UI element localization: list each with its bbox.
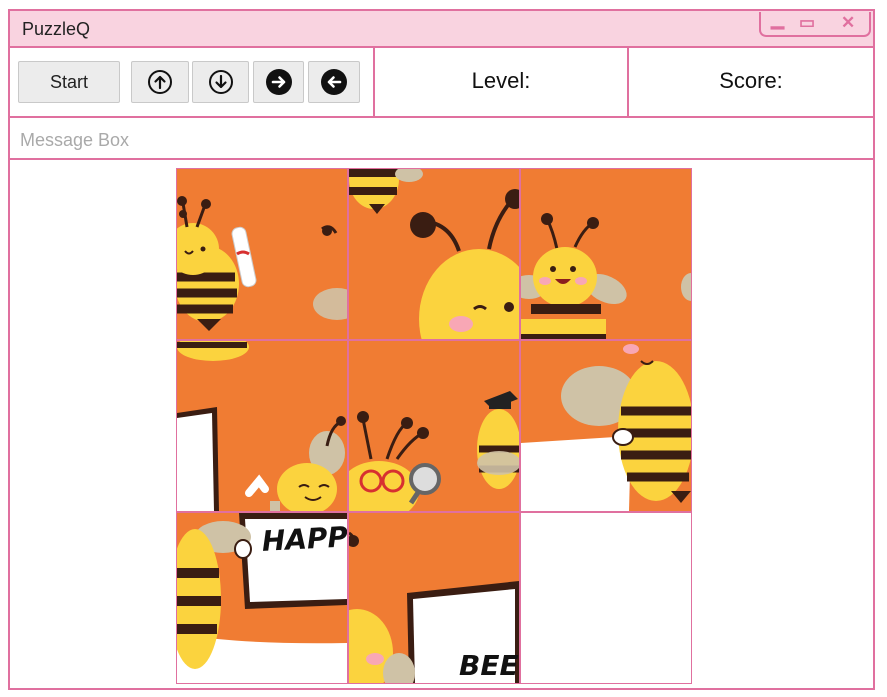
window-controls: ▁ ▭ ✕ (759, 9, 871, 37)
move-right-button[interactable] (253, 61, 304, 103)
close-icon[interactable]: ✕ (841, 12, 855, 34)
arrow-up-icon (148, 70, 172, 94)
sign-happ-image: HAPP (177, 513, 347, 683)
arrow-right-icon (265, 69, 292, 95)
sign-happ-text: HAPP (261, 520, 347, 557)
score-label: Score: (719, 68, 783, 93)
title-bar: PuzzleQ ▁ ▭ ✕ (10, 9, 873, 48)
puzzle-tile[interactable] (520, 168, 692, 340)
minimize-icon[interactable]: ▁ (771, 9, 784, 31)
toolbar: Start Level: Score: (10, 48, 873, 118)
bee-smiling-image (521, 169, 691, 339)
start-button[interactable]: Start (18, 61, 120, 103)
sign-bee-text: BEE (459, 649, 519, 682)
puzzle-tile[interactable]: BEE (348, 512, 520, 684)
maximize-icon[interactable]: ▭ (799, 12, 815, 34)
bee-waving-sign-image (177, 341, 347, 511)
level-label: Level: (471, 68, 531, 93)
puzzle-tile[interactable] (348, 168, 520, 340)
window-title: PuzzleQ (22, 19, 91, 39)
bee-holding-sign-image (521, 341, 691, 511)
puzzle-tile[interactable] (176, 340, 348, 512)
puzzle-board: HAPP BEE (176, 168, 693, 684)
empty-tile[interactable] (520, 512, 692, 684)
puzzle-tile[interactable]: HAPP (176, 512, 348, 684)
app-window: PuzzleQ ▁ ▭ ✕ Start Level: Score: Messag… (8, 9, 875, 690)
arrow-down-icon (208, 70, 233, 94)
bee-glasses-magnifier-image (349, 341, 519, 511)
sign-bee-image: BEE (349, 513, 519, 683)
message-box: Message Box (10, 118, 873, 160)
move-up-button[interactable] (131, 61, 189, 103)
arrow-left-icon (321, 69, 347, 95)
bee-winking-face-image (349, 169, 519, 339)
bee-with-scroll-image (177, 169, 347, 339)
message-text: Message Box (20, 130, 130, 150)
puzzle-tile[interactable] (348, 340, 520, 512)
puzzle-tile[interactable] (520, 340, 692, 512)
move-left-button[interactable] (308, 61, 360, 103)
move-down-button[interactable] (192, 61, 249, 103)
puzzle-tile[interactable] (176, 168, 348, 340)
